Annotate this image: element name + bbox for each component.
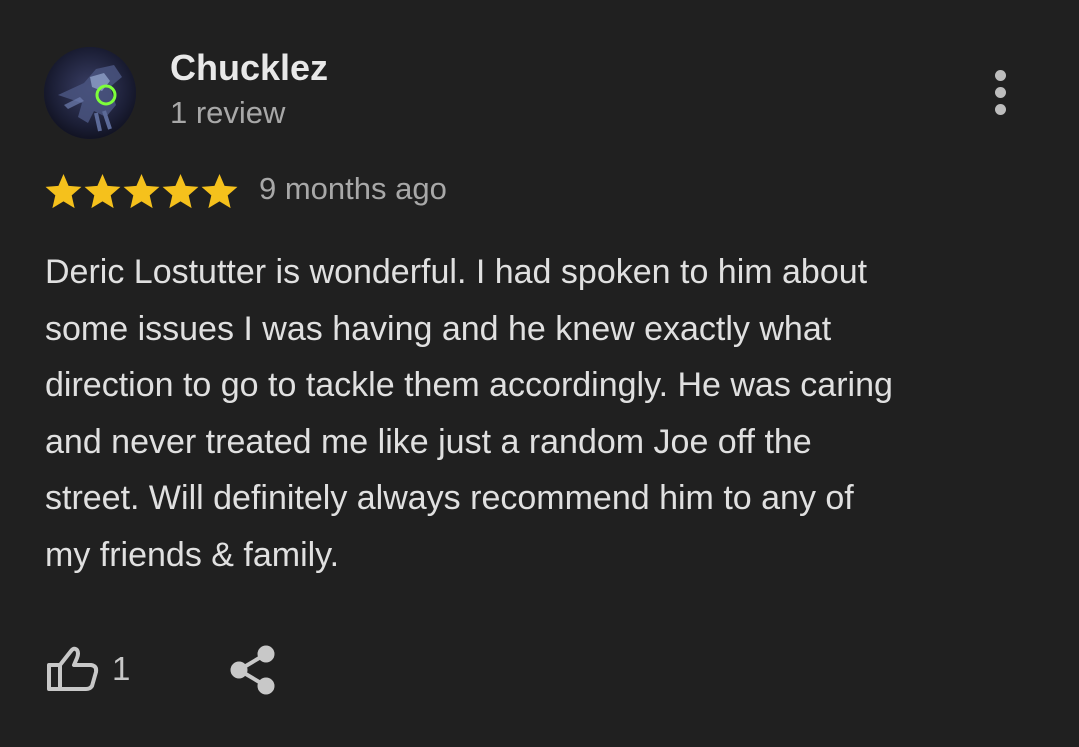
star-rating xyxy=(44,171,239,211)
star-icon xyxy=(123,173,160,208)
thumb-up-icon xyxy=(47,646,99,691)
more-vert-icon-dot xyxy=(995,70,1006,81)
reviewer-name[interactable]: Chucklez xyxy=(170,47,328,89)
like-button[interactable]: 1 xyxy=(44,640,130,698)
review-time: 9 months ago xyxy=(259,171,447,206)
reviewer-avatar[interactable] xyxy=(44,47,136,139)
like-count: 1 xyxy=(112,650,131,687)
review-text-line: my friends & family. xyxy=(45,535,340,574)
star-icon xyxy=(45,173,82,208)
review-text-line: and never treated me like just a random … xyxy=(45,422,812,461)
review-text-line: street. Will definitely always recommend… xyxy=(45,479,854,517)
share-icon xyxy=(230,645,275,695)
more-vert-icon-dot xyxy=(995,87,1006,98)
review-text-line: direction to go to tackle them according… xyxy=(45,366,893,404)
review-text-line: some issues I was having and he knew exa… xyxy=(45,309,832,348)
avatar-image xyxy=(44,47,136,139)
more-vert-icon-dot xyxy=(995,104,1006,115)
star-icon xyxy=(84,173,121,208)
share-button[interactable] xyxy=(228,644,278,696)
star-icon xyxy=(162,173,199,208)
review-text: Deric Lostutter is wonderful. I had spok… xyxy=(45,244,1045,583)
review-count: 1 review xyxy=(170,95,286,130)
star-icon xyxy=(201,173,238,208)
review-text-line: Deric Lostutter is wonderful. I had spok… xyxy=(45,253,868,291)
more-options-button[interactable] xyxy=(978,64,1024,122)
